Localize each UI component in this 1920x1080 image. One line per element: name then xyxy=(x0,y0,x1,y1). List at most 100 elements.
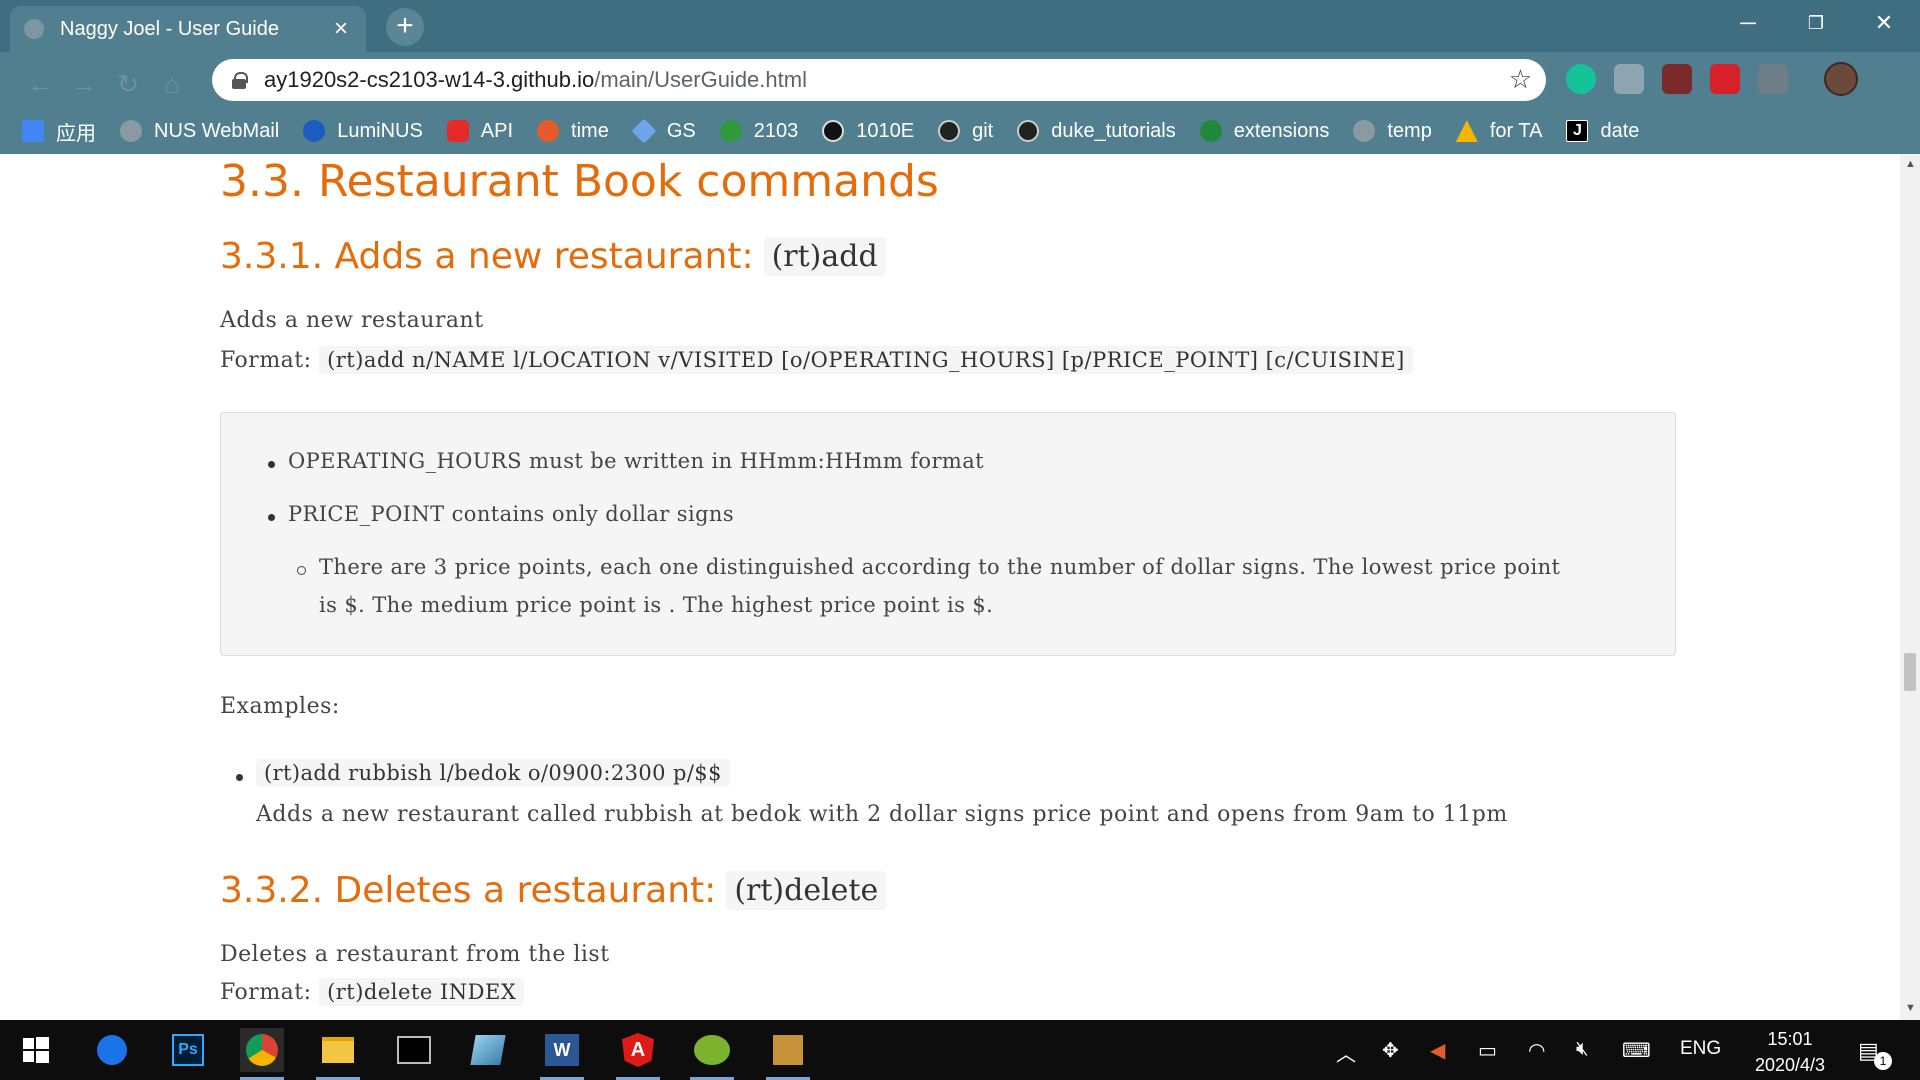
bookmark-gs[interactable]: GS xyxy=(631,118,696,144)
folder-icon xyxy=(322,1037,354,1063)
globe-icon xyxy=(24,19,44,39)
github-icon xyxy=(1017,120,1040,142)
delete-format-code: (rt)delete INDEX xyxy=(319,978,525,1006)
bookmark-temp[interactable]: temp xyxy=(1353,120,1432,143)
bookmark-for-ta[interactable]: for TA xyxy=(1455,120,1542,143)
sub-bullet xyxy=(297,566,306,575)
screen: Naggy Joel - User Guide × + ─ ❐ ✕ ← → ↻ … xyxy=(0,0,1920,1080)
delete-heading-code: (rt)delete xyxy=(726,871,887,910)
browser-tab[interactable]: Naggy Joel - User Guide × xyxy=(10,6,366,52)
delete-format: Format: (rt)delete INDEX xyxy=(220,978,525,1006)
taskbar-chrome[interactable] xyxy=(240,1028,284,1080)
reload-button[interactable]: ↻ xyxy=(108,64,148,104)
windows-taskbar: Ps W A ︿ ✥ ◀ ▭ ◠ 🔇︎ ⌨ ENG 15:01 2020/4/3… xyxy=(0,1020,1920,1080)
delete-description: Deletes a restaurant from the list xyxy=(220,942,610,967)
angular-icon: A xyxy=(622,1033,654,1067)
lock-icon xyxy=(232,72,248,89)
add-format-code: (rt)add n/NAME l/LOCATION v/VISITED [o/O… xyxy=(319,346,1413,374)
wifi-icon[interactable]: ◠ xyxy=(1528,1038,1545,1063)
bookmark-git[interactable]: git xyxy=(938,120,993,143)
start-button[interactable] xyxy=(14,1028,58,1072)
speaker-app-icon[interactable]: ◀ xyxy=(1430,1038,1445,1063)
example-item: (rt)add rubbish l/bedok o/0900:2300 p/$$ xyxy=(256,759,730,787)
battery-icon[interactable]: ▭ xyxy=(1478,1038,1497,1063)
home-button[interactable]: ⌂ xyxy=(152,64,192,104)
1010e-icon xyxy=(822,120,845,142)
forward-button[interactable]: → xyxy=(64,64,104,104)
clock-time: 15:01 xyxy=(1767,1029,1813,1049)
bookmark-extensions[interactable]: extensions xyxy=(1199,120,1329,143)
restore-button[interactable]: ❐ xyxy=(1792,6,1840,40)
luminus-icon xyxy=(303,120,326,142)
dropbox-icon[interactable]: ✥ xyxy=(1382,1038,1399,1063)
page-content: 3.3. Restaurant Book commands 3.3.1. Add… xyxy=(0,154,1900,1020)
bookmark-date[interactable]: Jdate xyxy=(1566,120,1639,143)
google-drive-icon xyxy=(1455,120,1478,142)
bookmark-luminus[interactable]: LumiNUS xyxy=(303,120,423,143)
taskbar-wechat[interactable] xyxy=(690,1028,734,1080)
photoshop-icon: Ps xyxy=(172,1034,204,1066)
volume-muted-icon[interactable]: 🔇︎ xyxy=(1576,1038,1589,1061)
show-hidden-icons-chevron-icon[interactable]: ︿ xyxy=(1336,1038,1356,1067)
taskbar-terminal[interactable] xyxy=(392,1028,436,1072)
taskbar-photoshop[interactable]: Ps xyxy=(166,1028,210,1072)
address-bar[interactable]: ay1920s2-cs2103-w14-3.github.io /main/Us… xyxy=(212,59,1546,101)
examples-label: Examples: xyxy=(220,694,340,719)
app-icon xyxy=(470,1035,506,1065)
j-icon: J xyxy=(1566,120,1589,142)
taskbar-angular[interactable]: A xyxy=(616,1028,660,1080)
note-price-point-detail-1: There are 3 price points, each one disti… xyxy=(319,555,1561,579)
bookmark-duke-tutorials[interactable]: duke_tutorials xyxy=(1017,120,1176,143)
input-language[interactable]: ENG xyxy=(1680,1038,1721,1060)
bullet xyxy=(236,774,243,781)
notes-box: OPERATING_HOURS must be written in HHmm:… xyxy=(220,412,1676,656)
url-host: ay1920s2-cs2103-w14-3.github.io xyxy=(264,67,595,92)
extension-icon[interactable] xyxy=(1614,64,1644,94)
apps-grid-icon xyxy=(22,120,44,142)
gs-icon xyxy=(631,118,657,144)
profile-avatar[interactable] xyxy=(1824,62,1858,96)
system-clock[interactable]: 15:01 2020/4/3 xyxy=(1740,1026,1840,1078)
bookmarks-bar: 应用 NUS WebMail LumiNUS API time GS 2103 … xyxy=(0,108,1920,154)
bookmark-nus-webmail[interactable]: NUS WebMail xyxy=(120,120,279,143)
delete-heading: 3.3.2. Deletes a restaurant: (rt)delete xyxy=(220,870,887,911)
contacts-icon xyxy=(773,1035,803,1065)
keyboard-icon[interactable]: ⌨ xyxy=(1622,1038,1651,1063)
bookmark-1010e[interactable]: 1010E xyxy=(822,120,914,143)
scroll-up-arrow-icon[interactable]: ▲ xyxy=(1905,158,1916,170)
taskbar-contacts[interactable] xyxy=(766,1028,810,1080)
notification-badge: 1 xyxy=(1874,1052,1892,1070)
word-icon: W xyxy=(545,1034,579,1066)
taskbar-word[interactable]: W xyxy=(540,1028,584,1080)
bookmark-time[interactable]: time xyxy=(537,120,609,143)
scroll-down-arrow-icon[interactable]: ▼ xyxy=(1905,1002,1916,1014)
add-format: Format: (rt)add n/NAME l/LOCATION v/VISI… xyxy=(220,346,1413,374)
close-tab-icon[interactable]: × xyxy=(330,15,352,43)
bookmark-2103[interactable]: 2103 xyxy=(719,120,798,143)
taskbar-app[interactable] xyxy=(466,1028,510,1072)
mendeley-extension-icon[interactable] xyxy=(1710,64,1740,94)
vertical-scrollbar[interactable]: ▲ ▼ xyxy=(1900,154,1920,1020)
back-button[interactable]: ← xyxy=(20,64,60,104)
taskbar-file-explorer[interactable] xyxy=(316,1028,360,1080)
bookmark-star-icon[interactable]: ☆ xyxy=(1509,64,1532,95)
github-icon xyxy=(938,120,961,142)
clock-date: 2020/4/3 xyxy=(1754,1055,1826,1075)
bookmark-apps[interactable]: 应用 xyxy=(22,117,96,146)
bullet xyxy=(268,461,275,468)
folder-icon xyxy=(1199,120,1222,142)
close-window-button[interactable]: ✕ xyxy=(1860,6,1908,40)
folder-icon xyxy=(719,120,742,142)
minimize-button[interactable]: ─ xyxy=(1724,6,1772,40)
time-icon xyxy=(537,120,560,142)
oracle-icon xyxy=(446,120,469,142)
screenshot-extension-icon[interactable] xyxy=(1758,64,1788,94)
taskbar-maps-app[interactable] xyxy=(90,1028,134,1072)
grammarly-extension-icon[interactable] xyxy=(1566,64,1596,94)
scrollbar-thumb[interactable] xyxy=(1904,653,1916,691)
pdf-extension-icon[interactable] xyxy=(1662,64,1692,94)
add-heading-code: (rt)add xyxy=(763,237,886,276)
example-code: (rt)add rubbish l/bedok o/0900:2300 p/$$ xyxy=(256,759,730,787)
new-tab-button[interactable]: + xyxy=(386,8,424,46)
bookmark-api[interactable]: API xyxy=(446,120,513,143)
